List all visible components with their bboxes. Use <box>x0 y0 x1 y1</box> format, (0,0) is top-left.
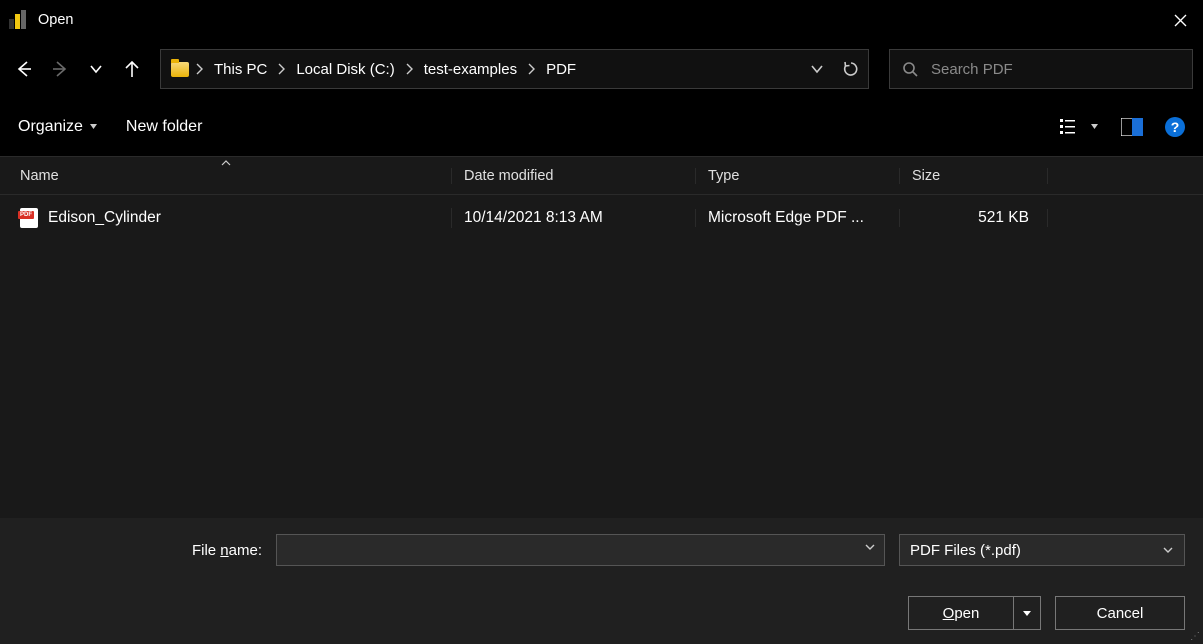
footer: File name: PDF Files (*.pdf) Open <box>0 518 1203 644</box>
cancel-label: Cancel <box>1097 605 1144 622</box>
preview-pane-icon <box>1121 118 1143 136</box>
file-list: Name Date modified Type Size Edison_Cyli… <box>0 156 1203 518</box>
new-folder-label: New folder <box>126 118 202 136</box>
column-headers: Name Date modified Type Size <box>0 157 1203 195</box>
file-size: 521 KB <box>978 209 1029 227</box>
column-size-label: Size <box>912 168 940 184</box>
caret-down-icon <box>1090 122 1099 131</box>
preview-pane-button[interactable] <box>1121 118 1143 136</box>
search-icon <box>902 61 919 78</box>
filename-label-pre: File <box>192 542 220 559</box>
address-bar[interactable]: This PC Local Disk (C:) test-examples PD… <box>160 49 869 89</box>
column-name-label: Name <box>20 168 59 184</box>
file-filter-value: PDF Files (*.pdf) <box>910 542 1021 559</box>
back-button[interactable] <box>10 55 38 83</box>
caret-down-icon <box>1022 608 1032 618</box>
column-date-label: Date modified <box>464 168 553 184</box>
view-options-button[interactable] <box>1060 118 1099 136</box>
up-button[interactable] <box>118 55 146 83</box>
file-name: Edison_Cylinder <box>48 209 161 227</box>
breadcrumb-item[interactable]: PDF <box>542 61 580 78</box>
organize-button[interactable]: Organize <box>18 118 98 136</box>
file-filter-select[interactable]: PDF Files (*.pdf) <box>899 534 1185 566</box>
arrow-left-icon <box>14 59 34 79</box>
open-label-post: pen <box>954 605 979 622</box>
pdf-file-icon <box>20 208 38 228</box>
arrow-up-icon <box>122 59 142 79</box>
filename-label-mnemonic: n <box>220 542 228 559</box>
details-view-icon <box>1060 118 1082 136</box>
chevron-down-icon <box>89 62 103 76</box>
column-header-name[interactable]: Name <box>0 168 452 184</box>
chevron-down-icon <box>864 541 876 553</box>
help-label: ? <box>1171 119 1180 135</box>
column-header-type[interactable]: Type <box>696 168 900 184</box>
filename-label-post: ame: <box>229 542 262 559</box>
chevron-right-icon <box>277 63 286 75</box>
open-button[interactable]: Open <box>908 596 1014 630</box>
caret-down-icon <box>89 122 98 131</box>
search-input[interactable] <box>931 61 1180 78</box>
sort-ascending-icon <box>221 160 231 166</box>
close-icon <box>1174 14 1187 27</box>
nav-row: This PC Local Disk (C:) test-examples PD… <box>0 40 1203 98</box>
address-dropdown-button[interactable] <box>810 62 824 76</box>
window-title: Open <box>38 12 73 28</box>
chevron-right-icon <box>405 63 414 75</box>
arrow-right-icon <box>50 59 70 79</box>
organize-label: Organize <box>18 118 83 136</box>
chevron-down-icon <box>1162 544 1174 556</box>
help-button[interactable]: ? <box>1165 117 1185 137</box>
breadcrumb-item[interactable]: test-examples <box>420 61 521 78</box>
file-date: 10/14/2021 8:13 AM <box>464 209 603 227</box>
chevron-right-icon <box>527 63 536 75</box>
file-row[interactable]: Edison_Cylinder 10/14/2021 8:13 AM Micro… <box>0 195 1203 241</box>
refresh-icon <box>842 60 860 78</box>
new-folder-button[interactable]: New folder <box>126 118 202 136</box>
app-icon <box>8 10 28 30</box>
filename-label: File name: <box>18 542 262 559</box>
chevron-down-icon <box>810 62 824 76</box>
resize-grip[interactable]: ⋰ <box>1190 631 1201 642</box>
filename-input[interactable] <box>276 534 885 566</box>
open-button-group: Open <box>908 596 1041 630</box>
column-header-date[interactable]: Date modified <box>452 168 696 184</box>
breadcrumb-item[interactable]: Local Disk (C:) <box>292 61 398 78</box>
filename-dropdown-button[interactable] <box>864 541 876 553</box>
forward-button[interactable] <box>46 55 74 83</box>
folder-icon <box>171 62 189 77</box>
open-dropdown-button[interactable] <box>1013 596 1041 630</box>
title-bar: Open <box>0 0 1203 40</box>
breadcrumb-item[interactable]: This PC <box>210 61 271 78</box>
column-type-label: Type <box>708 168 739 184</box>
column-header-size[interactable]: Size <box>900 168 1048 184</box>
search-box[interactable] <box>889 49 1193 89</box>
chevron-right-icon <box>195 63 204 75</box>
open-label-mnemonic: O <box>943 605 955 622</box>
toolbar: Organize New folder ? <box>0 98 1203 156</box>
file-type: Microsoft Edge PDF ... <box>708 209 864 227</box>
recent-locations-button[interactable] <box>82 55 110 83</box>
close-button[interactable] <box>1157 0 1203 40</box>
refresh-button[interactable] <box>842 60 860 78</box>
cancel-button[interactable]: Cancel <box>1055 596 1185 630</box>
